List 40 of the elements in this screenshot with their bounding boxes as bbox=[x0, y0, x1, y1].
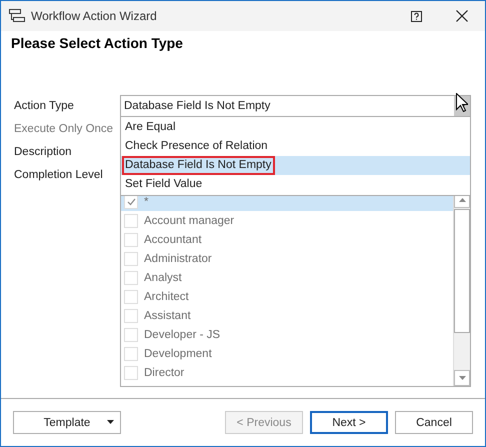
checkbox[interactable] bbox=[124, 270, 138, 284]
wizard-button[interactable]: Cancel bbox=[395, 411, 473, 434]
field-label: Execute Only Once bbox=[14, 122, 114, 137]
checkbox[interactable] bbox=[124, 366, 138, 380]
checkbox[interactable] bbox=[124, 290, 138, 304]
dropdown-option[interactable]: Set Field Value bbox=[121, 175, 470, 194]
checkbox[interactable] bbox=[124, 232, 138, 246]
field-label: Action Type bbox=[14, 99, 75, 114]
window-icon bbox=[9, 9, 25, 23]
list-item[interactable]: Director bbox=[121, 363, 453, 382]
page-heading: Please Select Action Type bbox=[10, 34, 184, 53]
checkbox[interactable] bbox=[124, 328, 138, 342]
window-title: Workflow Action Wizard bbox=[31, 9, 158, 23]
help-icon bbox=[410, 10, 422, 22]
action-type-dropdown[interactable]: Database Field Is Not Empty bbox=[120, 95, 471, 117]
field-label: Completion Level bbox=[14, 168, 104, 183]
field-label: Description bbox=[14, 145, 73, 160]
list-item[interactable]: Account manager bbox=[121, 211, 453, 230]
check-icon bbox=[126, 198, 136, 206]
template-button[interactable]: Template bbox=[13, 411, 121, 434]
close-icon bbox=[456, 10, 468, 22]
list-item[interactable]: Architect bbox=[121, 287, 453, 306]
scroll-down-icon[interactable] bbox=[458, 376, 466, 380]
list-item[interactable]: Administrator bbox=[121, 249, 453, 268]
checkbox[interactable] bbox=[124, 346, 138, 360]
dropdown-option[interactable]: Database Field Is Not Empty bbox=[121, 156, 470, 175]
dropdown-option[interactable]: Check Presence of Relation bbox=[121, 137, 470, 156]
list-item[interactable]: Analyst bbox=[121, 268, 453, 287]
caret-icon bbox=[107, 420, 114, 424]
list-item[interactable]: Assistant bbox=[121, 306, 453, 325]
wizard-button[interactable]: Next > bbox=[310, 411, 388, 434]
scroll-up-icon[interactable] bbox=[458, 198, 466, 202]
dropdown-option[interactable]: Are Equal bbox=[121, 118, 470, 137]
checkbox[interactable] bbox=[124, 308, 138, 322]
list-item[interactable]: Developer - JS bbox=[121, 325, 453, 344]
mouse-cursor-icon bbox=[456, 93, 468, 112]
checkbox[interactable] bbox=[124, 214, 138, 228]
checkbox[interactable] bbox=[124, 252, 138, 266]
list-item[interactable]: Accountant bbox=[121, 230, 453, 249]
list-item[interactable]: Development bbox=[121, 344, 453, 363]
